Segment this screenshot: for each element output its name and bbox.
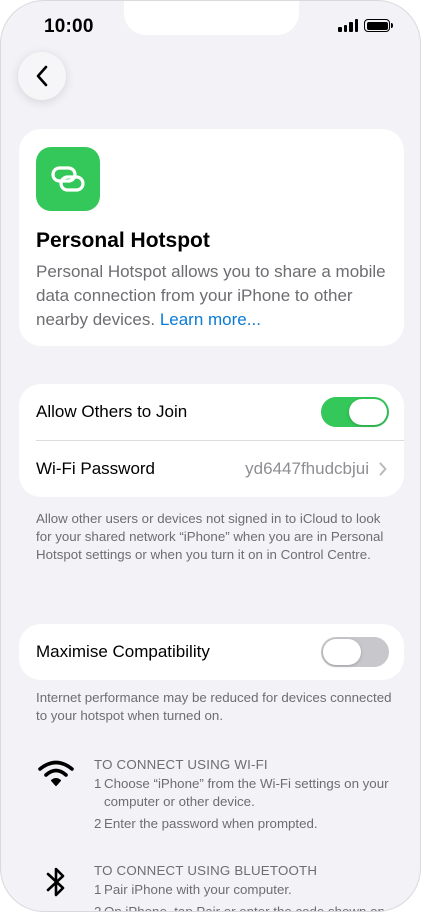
step-text: Enter the password when prompted. — [104, 816, 318, 831]
wifi-password-label: Wi-Fi Password — [36, 459, 156, 478]
step-text: Pair iPhone with your computer. — [104, 882, 292, 897]
wifi-instructions-text: TO CONNECT USING WI-FI 1 Choose “iPhone”… — [94, 756, 399, 833]
wifi-password-row[interactable]: Wi-Fi Password yd6447fhudcbjui — [36, 454, 387, 484]
bluetooth-icon — [38, 864, 74, 900]
back-button[interactable] — [18, 52, 66, 100]
link-icon — [36, 147, 100, 211]
step-number: 1 — [94, 882, 102, 897]
allow-others-footnote: Allow other users or devices not signed … — [36, 511, 384, 562]
phone-screen: 10:00 Personal Hotspot Personal Hotspot … — [0, 0, 421, 912]
wifi-section-title: TO CONNECT USING WI-FI — [94, 757, 268, 772]
step-number: 1 — [94, 776, 102, 791]
hotspot-description: Personal Hotspot allows you to share a m… — [36, 260, 387, 332]
allow-others-label: Allow Others to Join — [36, 402, 188, 421]
step-text: Choose “iPhone” from the Wi-Fi settings … — [104, 776, 389, 809]
status-icons — [338, 19, 393, 32]
hotspot-info-card: Personal Hotspot Personal Hotspot allows… — [19, 129, 404, 346]
allow-others-row: Allow Others to Join — [36, 397, 389, 427]
wifi-step-2: 2 Enter the password when prompted. — [94, 815, 399, 833]
chevron-left-icon — [36, 65, 48, 87]
step-number: 2 — [94, 904, 102, 912]
signal-icon — [338, 19, 358, 32]
wifi-step-1: 1 Choose “iPhone” from the Wi-Fi setting… — [94, 775, 399, 811]
step-number: 2 — [94, 816, 102, 831]
page-title: Personal Hotspot — [36, 229, 210, 252]
allow-others-toggle[interactable] — [321, 397, 389, 427]
hotspot-settings-card: Allow Others to Join Wi-Fi Password yd64… — [19, 384, 404, 497]
step-text: On iPhone, tap Pair or enter the code sh… — [104, 904, 385, 912]
compatibility-label: Maximise Compatibility — [36, 642, 210, 661]
divider — [36, 440, 404, 441]
compatibility-toggle[interactable] — [321, 637, 389, 667]
bluetooth-step-1: 1 Pair iPhone with your computer. — [94, 881, 399, 899]
notch — [124, 1, 299, 35]
bluetooth-step-2: 2 On iPhone, tap Pair or enter the code … — [94, 903, 399, 912]
wifi-password-value: yd6447fhudcbjui — [245, 459, 369, 478]
learn-more-link[interactable]: Learn more... — [160, 310, 261, 329]
chevron-right-icon — [379, 462, 387, 476]
status-time: 10:00 — [44, 16, 94, 37]
compatibility-row: Maximise Compatibility — [36, 637, 389, 667]
compatibility-footnote: Internet performance may be reduced for … — [36, 690, 392, 723]
compatibility-card: Maximise Compatibility — [19, 624, 404, 680]
bluetooth-instructions-text: TO CONNECT USING BLUETOOTH 1 Pair iPhone… — [94, 862, 399, 912]
bluetooth-section-title: TO CONNECT USING BLUETOOTH — [94, 863, 318, 878]
wifi-icon — [38, 756, 74, 792]
battery-icon — [364, 19, 393, 32]
wifi-password-value-wrap: yd6447fhudcbjui — [245, 459, 387, 479]
